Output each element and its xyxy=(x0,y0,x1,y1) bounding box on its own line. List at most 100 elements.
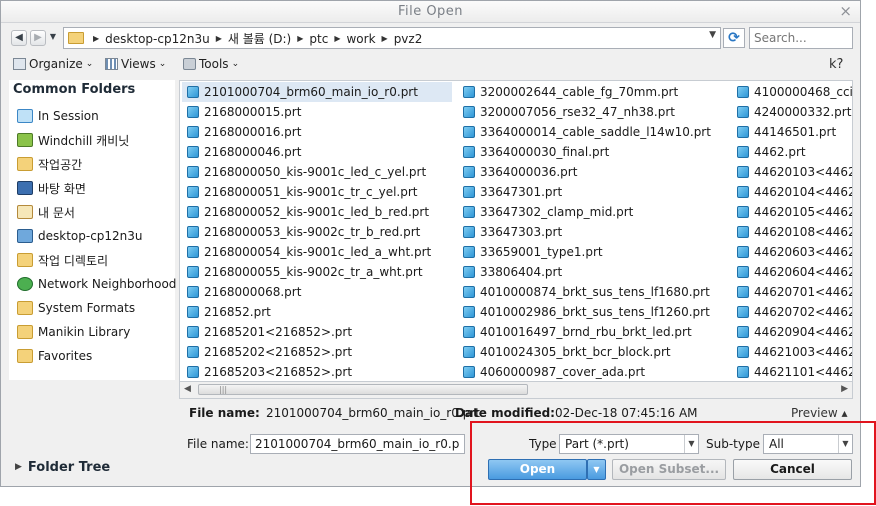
file-item[interactable]: 33806404.prt xyxy=(458,262,728,282)
back-arrow-icon[interactable]: ◀ xyxy=(11,30,27,46)
file-name: 2168000051_kis-9001c_tr_c_yel.prt xyxy=(204,185,418,199)
file-item[interactable]: 2168000015.prt xyxy=(182,102,452,122)
file-name: 44621003<4462>.p xyxy=(754,345,852,359)
organize-menu[interactable]: Organize ⌄ xyxy=(13,57,93,71)
common-folder-item[interactable]: Network Neighborhood xyxy=(17,274,176,294)
history-dropdown-icon[interactable]: ▼ xyxy=(48,30,58,46)
file-item[interactable]: 44620603<4462>.p xyxy=(732,242,852,262)
file-item[interactable]: 2168000051_kis-9001c_tr_c_yel.prt xyxy=(182,182,452,202)
file-name: 2168000054_kis-9001c_led_a_wht.prt xyxy=(204,245,432,259)
views-menu[interactable]: Views ⌄ xyxy=(105,57,166,71)
breadcrumb-separator-icon[interactable]: ▶ xyxy=(213,34,225,43)
search-input[interactable] xyxy=(749,27,853,49)
common-folder-item[interactable]: System Formats xyxy=(17,298,135,318)
file-item[interactable]: 4100000468_ccim... xyxy=(732,82,852,102)
part-file-icon xyxy=(187,106,199,118)
breadcrumb-separator-icon[interactable]: ▶ xyxy=(90,34,102,43)
file-item[interactable]: 44620103<4462>.p xyxy=(732,162,852,182)
breadcrumb-item[interactable]: pvz2 xyxy=(391,32,426,46)
file-name-input[interactable] xyxy=(250,434,465,454)
file-item[interactable]: 2168000054_kis-9001c_led_a_wht.prt xyxy=(182,242,452,262)
common-folder-item[interactable]: Manikin Library xyxy=(17,322,130,342)
file-item[interactable]: 4462.prt xyxy=(732,142,852,162)
part-file-icon xyxy=(187,246,199,258)
file-item[interactable]: 44621003<4462>.p xyxy=(732,342,852,362)
file-item[interactable]: 44620904<4462>.p xyxy=(732,322,852,342)
file-item[interactable]: 44620701<4462>.p xyxy=(732,282,852,302)
file-item[interactable]: 3200007056_rse32_47_nh38.prt xyxy=(458,102,728,122)
file-item[interactable]: 2168000055_kis-9002c_tr_a_wht.prt xyxy=(182,262,452,282)
help-cursor-icon[interactable]: k? xyxy=(829,57,843,72)
common-folder-item[interactable]: 작업공간 xyxy=(17,154,82,174)
file-item[interactable]: 4010016497_brnd_rbu_brkt_led.prt xyxy=(458,322,728,342)
file-item[interactable]: 33647301.prt xyxy=(458,182,728,202)
horizontal-scrollbar[interactable]: ◀ ||| ▶ xyxy=(179,382,853,399)
file-item[interactable]: 44620702<4462>.p xyxy=(732,302,852,322)
common-folder-item[interactable]: 바탕 화면 xyxy=(17,178,86,198)
common-folder-item[interactable]: Windchill 캐비닛 xyxy=(17,130,129,150)
screen-icon xyxy=(17,109,33,123)
file-item[interactable]: 2168000050_kis-9001c_led_c_yel.prt xyxy=(182,162,452,182)
breadcrumb-separator-icon[interactable]: ▶ xyxy=(331,34,343,43)
part-file-icon xyxy=(187,166,199,178)
folder-icon xyxy=(17,325,33,339)
file-name: 33647302_clamp_mid.prt xyxy=(480,205,634,219)
part-file-icon xyxy=(463,326,475,338)
folder-icon xyxy=(68,32,84,44)
file-item[interactable]: 4010000874_brkt_sus_tens_lf1680.prt xyxy=(458,282,728,302)
file-item[interactable]: 44620604<4462>.p xyxy=(732,262,852,282)
file-item[interactable]: 44621101<4462>.p xyxy=(732,362,852,381)
common-folder-item[interactable]: Favorites xyxy=(17,346,92,366)
file-item[interactable]: 216852.prt xyxy=(182,302,452,322)
common-folder-item[interactable]: 내 문서 xyxy=(17,202,75,222)
file-item[interactable]: 44620105<4462>.p xyxy=(732,202,852,222)
preview-toggle[interactable]: Preview ▴ xyxy=(791,406,848,420)
address-bar[interactable]: ▶ desktop-cp12n3u ▶ 새 볼륨 (D:) ▶ ptc ▶ work ▶ pvz2… xyxy=(63,27,721,49)
file-item[interactable]: 2168000053_kis-9002c_tr_b_red.prt xyxy=(182,222,452,242)
scroll-left-icon[interactable]: ◀ xyxy=(184,384,191,394)
breadcrumb-separator-icon[interactable]: ▶ xyxy=(294,34,306,43)
chevron-down-icon[interactable]: ▼ xyxy=(709,30,716,40)
refresh-icon[interactable]: ⟳ xyxy=(723,28,745,48)
scrollbar-thumb[interactable]: ||| xyxy=(198,384,528,395)
tools-menu[interactable]: Tools ⌄ xyxy=(183,57,239,71)
file-item[interactable]: 4240000332.prt xyxy=(732,102,852,122)
breadcrumb-item[interactable]: 새 볼륨 (D:) xyxy=(225,30,294,47)
file-item[interactable]: 44146501.prt xyxy=(732,122,852,142)
file-item[interactable]: 44620108<4462>.p xyxy=(732,222,852,242)
breadcrumb-separator-icon[interactable]: ▶ xyxy=(379,34,391,43)
breadcrumb-item[interactable]: work xyxy=(343,32,378,46)
breadcrumb-item[interactable]: ptc xyxy=(306,32,331,46)
file-item[interactable]: 21685201<216852>.prt xyxy=(182,322,452,342)
file-item[interactable]: 21685203<216852>.prt xyxy=(182,362,452,381)
file-item[interactable]: 33647302_clamp_mid.prt xyxy=(458,202,728,222)
folder-tree-toggle[interactable]: ▶ Folder Tree xyxy=(9,456,175,478)
file-item[interactable]: 2168000068.prt xyxy=(182,282,452,302)
file-item[interactable]: 4010002986_brkt_sus_tens_lf1260.prt xyxy=(458,302,728,322)
common-folder-item[interactable]: In Session xyxy=(17,106,99,126)
scroll-right-icon[interactable]: ▶ xyxy=(841,384,848,394)
file-item[interactable]: 3364000036.prt xyxy=(458,162,728,182)
file-item[interactable]: 2168000016.prt xyxy=(182,122,452,142)
file-item[interactable]: 2168000046.prt xyxy=(182,142,452,162)
breadcrumb-item[interactable]: desktop-cp12n3u xyxy=(102,32,213,46)
file-item[interactable]: 4010024305_brkt_bcr_block.prt xyxy=(458,342,728,362)
file-item[interactable]: 3200002644_cable_fg_70mm.prt xyxy=(458,82,728,102)
close-icon[interactable]: × xyxy=(839,2,852,20)
file-list[interactable]: 2101000704_brm60_main_io_r0.prt 216800001… xyxy=(179,80,853,382)
file-item[interactable]: 2101000704_brm60_main_io_r0.prt xyxy=(182,82,452,102)
file-item[interactable]: 3364000030_final.prt xyxy=(458,142,728,162)
file-item[interactable]: 4060000987_cover_ada.prt xyxy=(458,362,728,381)
file-item[interactable]: 2168000052_kis-9001c_led_b_red.prt xyxy=(182,202,452,222)
part-file-icon xyxy=(737,346,749,358)
file-item[interactable]: 33647303.prt xyxy=(458,222,728,242)
file-name: 2168000052_kis-9001c_led_b_red.prt xyxy=(204,205,430,219)
file-name: 44620603<4462>.p xyxy=(754,245,852,259)
common-folder-item[interactable]: 작업 디렉토리 xyxy=(17,250,108,270)
file-item[interactable]: 44620104<4462>.p xyxy=(732,182,852,202)
file-item[interactable]: 33659001_type1.prt xyxy=(458,242,728,262)
file-item[interactable]: 21685202<216852>.prt xyxy=(182,342,452,362)
forward-arrow-icon[interactable]: ▶ xyxy=(30,30,46,46)
common-folder-item[interactable]: desktop-cp12n3u xyxy=(17,226,143,246)
file-item[interactable]: 3364000014_cable_saddle_l14w10.prt xyxy=(458,122,728,142)
